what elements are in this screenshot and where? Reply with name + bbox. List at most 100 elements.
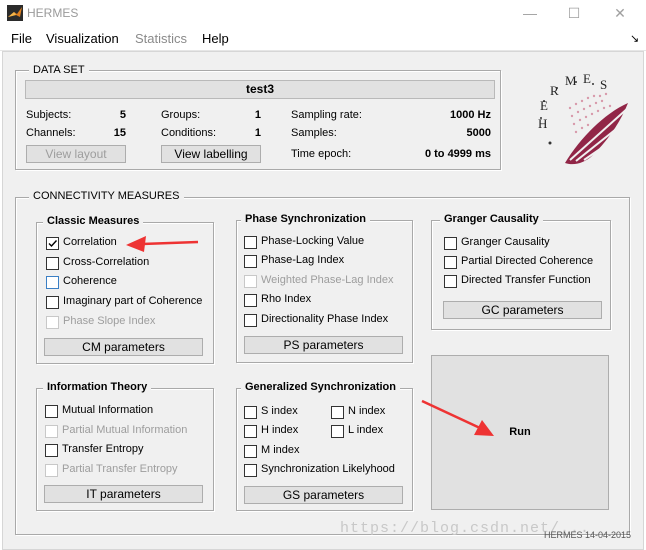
channels-label: Channels: xyxy=(26,127,76,139)
checkbox-icon xyxy=(46,316,59,329)
checkbox-checked-icon[interactable] xyxy=(46,237,59,250)
checkbox-icon[interactable] xyxy=(244,406,257,419)
checkbox-info-item[interactable]: Mutual Information xyxy=(45,404,205,420)
checkbox-icon[interactable] xyxy=(244,294,257,307)
checkbox-granger-item[interactable]: Partial Directed Coherence xyxy=(444,255,604,271)
connectivity-title: CONNECTIVITY MEASURES xyxy=(29,190,184,202)
checkbox-phase-item[interactable]: Phase-Locking Value xyxy=(244,235,404,251)
generalized-sync-title: Generalized Synchronization xyxy=(241,381,400,393)
checkbox-icon[interactable] xyxy=(444,237,457,250)
menu-statistics[interactable]: Statistics xyxy=(135,31,187,46)
checkbox-gensync-item[interactable]: Synchronization Likelyhood xyxy=(244,463,404,479)
granger-causality-title: Granger Causality xyxy=(440,213,543,225)
time-epoch-value: 0 to 4999 ms xyxy=(424,148,491,160)
version-label: HERMES 14-04-2015 xyxy=(544,530,632,540)
close-button[interactable]: ✕ xyxy=(610,4,630,22)
checkbox-label: Transfer Entropy xyxy=(62,443,144,455)
checkbox-icon[interactable] xyxy=(244,255,257,268)
checkbox-label: Phase Slope Index xyxy=(63,315,156,327)
checkbox-icon[interactable] xyxy=(444,256,457,269)
checkbox-label: H index xyxy=(261,424,299,436)
checkbox-icon[interactable] xyxy=(45,405,58,418)
sampling-rate-label: Sampling rate: xyxy=(291,109,362,121)
checkbox-label: Partial Directed Coherence xyxy=(461,255,594,267)
title-bar: HERMES — ☐ ✕ xyxy=(0,0,646,28)
menu-bar: File Visualization Statistics Help ↘ xyxy=(0,28,646,51)
checkbox-icon xyxy=(45,425,58,438)
checkbox-icon[interactable] xyxy=(331,425,344,438)
checkbox-granger-item[interactable]: Directed Transfer Function xyxy=(444,274,604,290)
checkbox-label: S index xyxy=(261,405,298,417)
checkbox-info-item: Partial Mutual Information xyxy=(45,424,205,440)
svg-text:H E R M: H E R M E S xyxy=(538,71,607,131)
view-layout-button[interactable]: View layout xyxy=(26,145,126,163)
it-parameters-button[interactable]: IT parameters xyxy=(44,485,203,503)
checkbox-icon xyxy=(45,464,58,477)
checkbox-label: Rho Index xyxy=(261,293,312,305)
ps-parameters-button[interactable]: PS parameters xyxy=(244,336,403,354)
conditions-label: Conditions: xyxy=(161,127,217,139)
checkbox-icon[interactable] xyxy=(331,406,344,419)
phase-sync-title: Phase Synchronization xyxy=(241,213,371,225)
samples-value: 5000 xyxy=(466,127,491,139)
checkbox-label: Phase-Lag Index xyxy=(261,254,345,266)
menu-visualization[interactable]: Visualization xyxy=(46,31,119,46)
checkbox-phase-item[interactable]: Directionality Phase Index xyxy=(244,313,404,329)
checkbox-info-item: Partial Transfer Entropy xyxy=(45,463,205,479)
maximize-button[interactable]: ☐ xyxy=(564,4,584,22)
checkbox-phase-item[interactable]: Rho Index xyxy=(244,293,404,309)
checkbox-classic-item[interactable]: Imaginary part of Coherence xyxy=(46,295,206,311)
checkbox-icon[interactable] xyxy=(444,275,457,288)
checkbox-granger-item[interactable]: Granger Causality xyxy=(444,236,604,252)
checkbox-label: N index xyxy=(348,405,386,417)
checkbox-classic-item[interactable]: Cross-Correlation xyxy=(46,256,206,272)
classic-measures-title: Classic Measures xyxy=(43,215,144,227)
checkbox-icon[interactable] xyxy=(244,445,257,458)
checkbox-info-item[interactable]: Transfer Entropy xyxy=(45,443,205,459)
information-theory-title: Information Theory xyxy=(43,381,152,393)
window-title: HERMES xyxy=(27,6,79,20)
conditions-value: 1 xyxy=(254,127,261,139)
logo-letter: E xyxy=(583,71,591,86)
checkbox-gensync-item[interactable]: M index xyxy=(244,444,404,460)
checkbox-label: Partial Mutual Information xyxy=(62,424,188,436)
checkbox-classic-item[interactable]: Coherence xyxy=(46,275,206,291)
checkbox-classic-item: Phase Slope Index xyxy=(46,315,206,331)
checkbox-icon[interactable] xyxy=(244,425,257,438)
time-epoch-label: Time epoch: xyxy=(291,148,352,160)
checkbox-icon[interactable] xyxy=(46,276,59,289)
checkbox-icon[interactable] xyxy=(244,464,257,477)
dataset-title: DATA SET xyxy=(29,64,89,76)
checkbox-icon[interactable] xyxy=(46,296,59,309)
groups-value: 1 xyxy=(254,109,261,121)
subjects-value: 5 xyxy=(119,109,126,121)
checkbox-icon[interactable] xyxy=(244,236,257,249)
checkbox-phase-item[interactable]: Phase-Lag Index xyxy=(244,254,404,270)
checkbox-label: Imaginary part of Coherence xyxy=(63,295,203,307)
checkbox-label: Cross-Correlation xyxy=(63,256,150,268)
menu-file[interactable]: File xyxy=(11,31,32,46)
cm-parameters-button[interactable]: CM parameters xyxy=(44,338,203,356)
view-labelling-button[interactable]: View labelling xyxy=(161,145,261,163)
matlab-logo-icon xyxy=(7,5,23,21)
gc-parameters-button[interactable]: GC parameters xyxy=(443,301,602,319)
gs-parameters-button[interactable]: GS parameters xyxy=(244,486,403,504)
checkbox-label: Partial Transfer Entropy xyxy=(62,463,178,475)
hermes-logo: H E R M E S xyxy=(510,68,635,178)
subjects-label: Subjects: xyxy=(26,109,72,121)
dock-arrow-icon[interactable]: ↘ xyxy=(630,32,639,45)
annotation-arrow-icon xyxy=(421,399,494,436)
minimize-button[interactable]: — xyxy=(520,4,540,22)
checkbox-icon[interactable] xyxy=(45,444,58,457)
groups-label: Groups: xyxy=(161,109,201,121)
menu-help[interactable]: Help xyxy=(202,31,229,46)
logo-letter: R xyxy=(550,83,559,98)
checkbox-label: Phase-Locking Value xyxy=(261,235,365,247)
checkbox-label: Weighted Phase-Lag Index xyxy=(261,274,394,286)
channels-value: 15 xyxy=(113,127,126,139)
checkbox-icon[interactable] xyxy=(244,314,257,327)
checkbox-label: Mutual Information xyxy=(62,404,154,416)
checkbox-icon[interactable] xyxy=(46,257,59,270)
samples-label: Samples: xyxy=(291,127,337,139)
hermes-wing-icon: H E R M E S xyxy=(538,71,632,165)
